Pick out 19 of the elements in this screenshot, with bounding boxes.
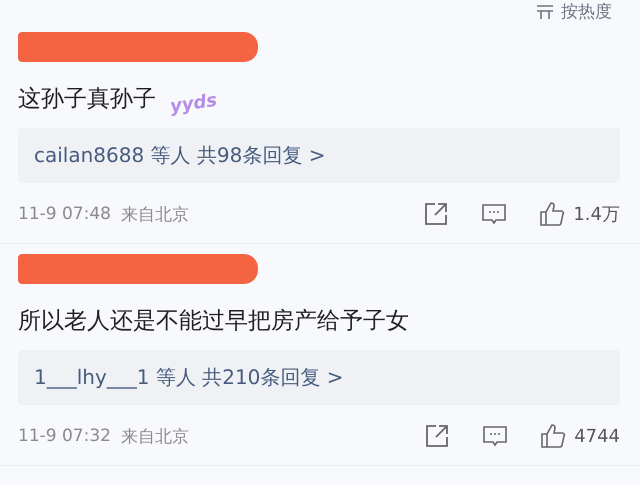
replies-link[interactable]: 1___lhy___1 等人 共210条回复 > (18, 350, 620, 405)
comment-location: 来自北京 (120, 204, 189, 226)
comment-icon[interactable] (481, 201, 508, 227)
replies-link[interactable]: cailan8688 等人 共98条回复 > (18, 128, 620, 183)
comment-location: 来自北京 (120, 426, 189, 448)
thumbs-up-icon[interactable] (539, 201, 566, 227)
comment-icon[interactable] (482, 423, 508, 449)
share-icon[interactable] (424, 423, 450, 449)
sticker-text: yyds (168, 90, 218, 118)
like-count: 1.4万 (573, 203, 620, 226)
share-icon[interactable] (423, 201, 450, 227)
sort-icon[interactable] (535, 3, 555, 19)
comment-text: 这孙子真孙子 (18, 85, 156, 114)
comment-time: 11-9 07:32 (18, 426, 111, 446)
sort-label[interactable]: 按热度 (561, 0, 612, 22)
comment-text: 所以老人还是不能过早把房产给予子女 (18, 307, 409, 336)
thumbs-up-icon[interactable] (540, 423, 566, 449)
comment-time: 11-9 07:48 (18, 204, 111, 224)
like-count: 4744 (574, 426, 620, 446)
